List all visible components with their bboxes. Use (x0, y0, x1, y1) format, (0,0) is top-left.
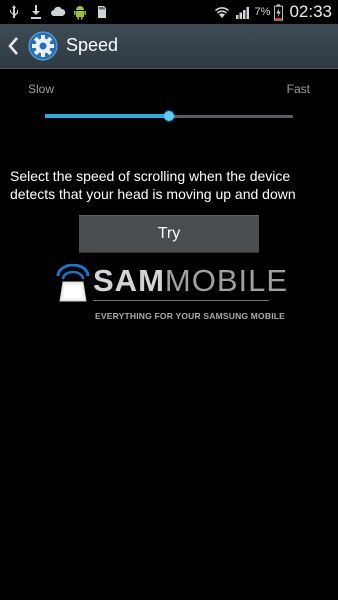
gear-icon[interactable] (28, 31, 58, 61)
slider-max-label: Fast (286, 82, 310, 96)
wifi-icon (214, 7, 229, 18)
signal-icon (235, 7, 249, 19)
slider-fill (45, 114, 169, 118)
watermark-brand-bold: SAM (93, 263, 165, 298)
download-icon (31, 5, 41, 19)
watermark-divider (93, 300, 269, 301)
cloud-icon (51, 6, 66, 16)
battery-percent: 7% (254, 6, 271, 18)
android-icon (74, 6, 86, 20)
notification-icons (6, 3, 110, 21)
page-title: Speed (66, 35, 119, 55)
watermark-tagline: EVERYTHING FOR YOUR SAMSUNG MOBILE (95, 311, 286, 321)
description-text: Select the speed of scrolling when the d… (10, 168, 296, 202)
chevron-left-icon[interactable] (6, 35, 20, 57)
try-button[interactable]: Try (79, 215, 259, 253)
sd-card-icon (98, 6, 106, 18)
usb-icon (10, 5, 18, 18)
speed-slider[interactable] (45, 110, 293, 122)
action-bar: Speed (0, 24, 338, 69)
watermark-brand-light: MOBILE (164, 263, 289, 298)
battery-charging-icon (274, 3, 284, 21)
sammobile-watermark: SAMMOBILE EVERYTHING FOR YOUR SAMSUNG MO… (55, 262, 287, 326)
slider-min-label: Slow (28, 82, 55, 96)
clock: 02:33 (289, 2, 332, 21)
system-icons: 7% 02:33 (213, 2, 332, 22)
watermark-brand: SAMMOBILE (93, 264, 288, 298)
slider-thumb[interactable] (164, 111, 174, 121)
sammobile-logo-icon (56, 264, 90, 302)
status-bar: 7% 02:33 (0, 0, 338, 24)
